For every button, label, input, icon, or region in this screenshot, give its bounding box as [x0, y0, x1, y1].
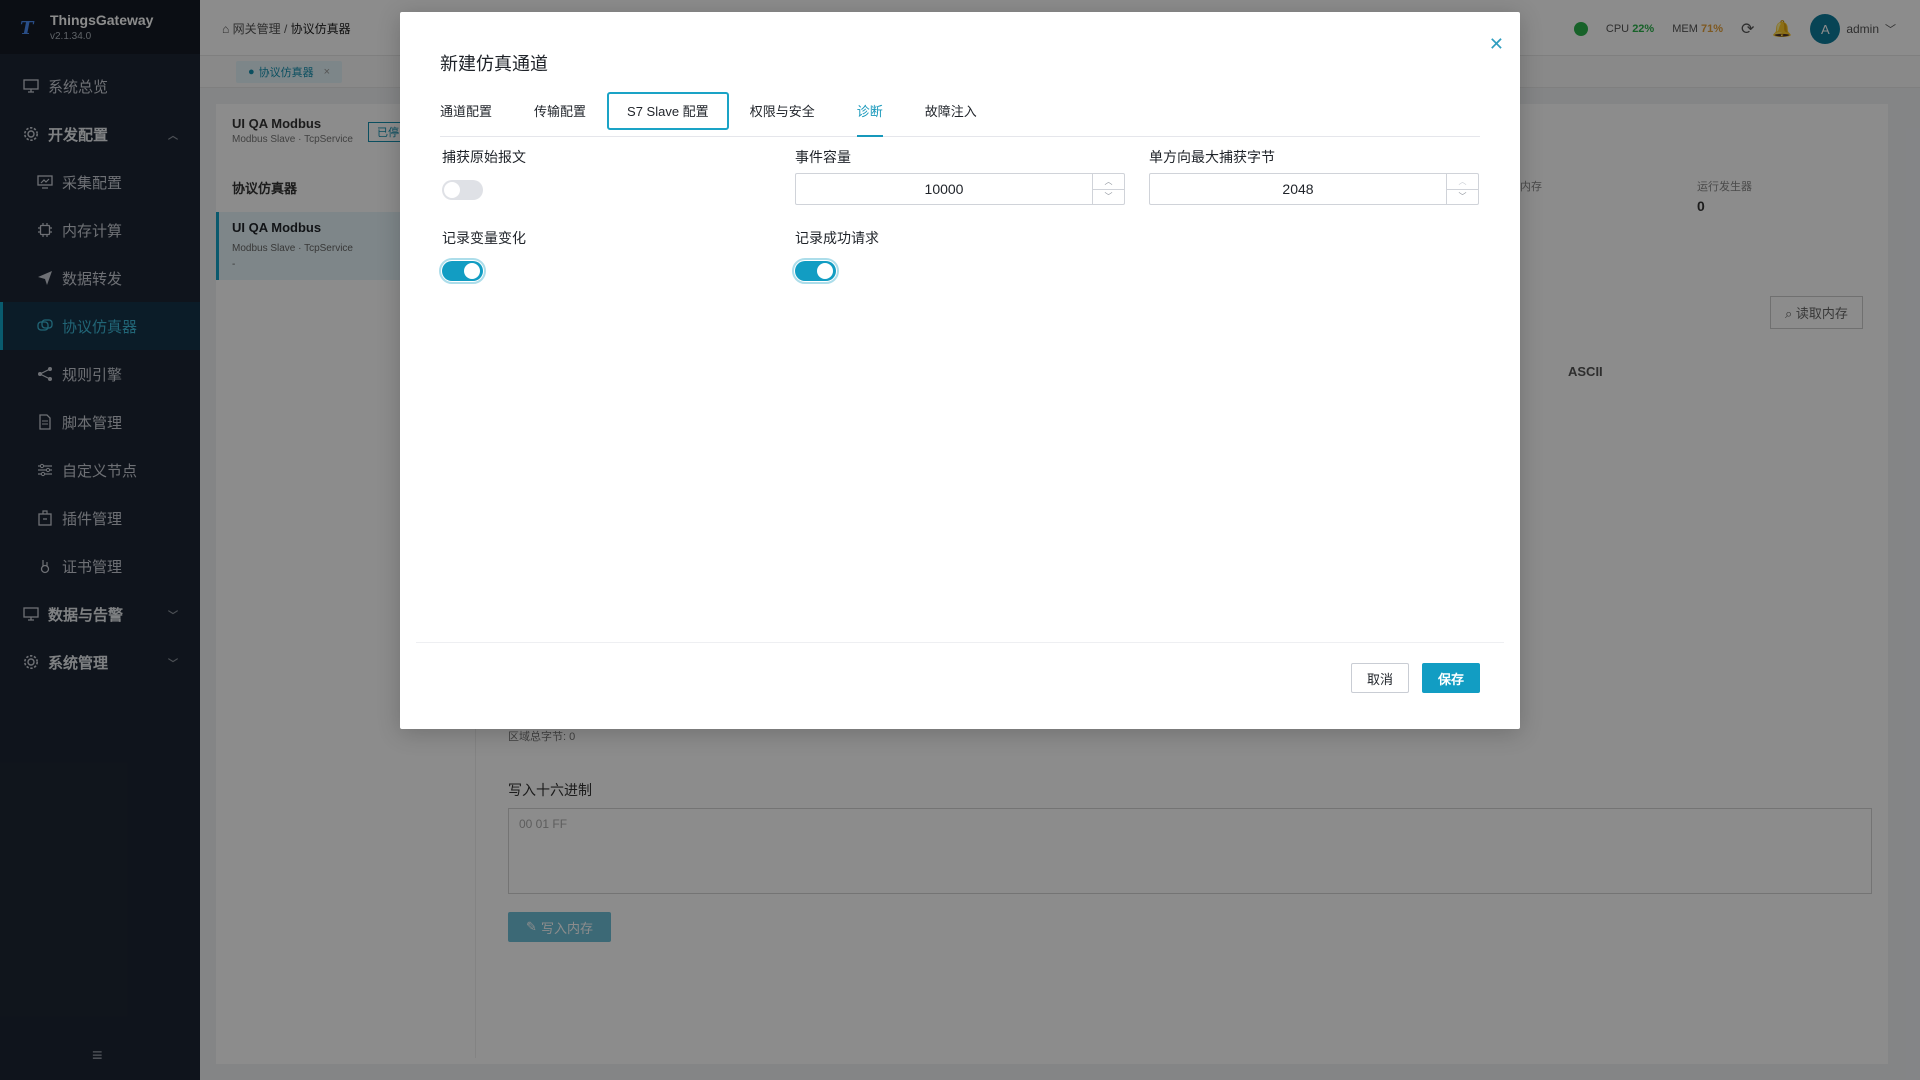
capture-raw-label: 捕获原始报文 — [442, 149, 526, 165]
event-capacity-value[interactable]: 10000 — [796, 174, 1092, 204]
max-capture-bytes-input[interactable]: 2048 ︿ ﹀ — [1149, 173, 1479, 205]
decrement-icon[interactable]: ﹀ — [1093, 188, 1124, 205]
tab-fault-injection[interactable]: 故障注入 — [904, 92, 998, 130]
max-capture-bytes-stepper: ︿ ﹀ — [1446, 174, 1478, 204]
increment-icon[interactable]: ︿ — [1447, 174, 1478, 189]
max-capture-bytes-value[interactable]: 2048 — [1150, 174, 1446, 204]
tab-transport-config[interactable]: 传输配置 — [513, 92, 607, 130]
record-success-toggle[interactable] — [792, 258, 839, 284]
tab-channel-config[interactable]: 通道配置 — [440, 92, 513, 130]
dialog-title: 新建仿真通道 — [440, 54, 548, 74]
event-capacity-stepper: ︿ ﹀ — [1092, 174, 1124, 204]
dialog-tabs: 通道配置 传输配置 S7 Slave 配置 权限与安全 诊断 故障注入 — [440, 85, 1480, 137]
increment-icon[interactable]: ︿ — [1093, 174, 1124, 189]
record-success-label: 记录成功请求 — [795, 230, 879, 246]
event-capacity-input[interactable]: 10000 ︿ ﹀ — [795, 173, 1125, 205]
toggle-knob — [817, 263, 833, 279]
toggle-knob — [464, 263, 480, 279]
tab-s7-slave-config[interactable]: S7 Slave 配置 — [607, 91, 729, 130]
record-var-change-toggle[interactable] — [439, 258, 486, 284]
new-simulation-channel-dialog: ✕ 新建仿真通道 通道配置 传输配置 S7 Slave 配置 权限与安全 诊断 … — [400, 12, 1520, 729]
tab-diagnostics[interactable]: 诊断 — [836, 92, 904, 137]
footer-divider — [416, 642, 1504, 643]
toggle-knob — [444, 182, 460, 198]
close-icon[interactable]: ✕ — [1489, 34, 1504, 55]
event-capacity-label: 事件容量 — [795, 149, 851, 165]
tab-permissions-security[interactable]: 权限与安全 — [729, 92, 836, 130]
save-button[interactable]: 保存 — [1422, 663, 1480, 693]
cancel-button[interactable]: 取消 — [1351, 663, 1409, 693]
max-capture-bytes-label: 单方向最大捕获字节 — [1149, 149, 1275, 165]
record-var-change-label: 记录变量变化 — [442, 230, 526, 246]
capture-raw-toggle[interactable] — [442, 180, 483, 200]
decrement-icon[interactable]: ﹀ — [1447, 188, 1478, 205]
